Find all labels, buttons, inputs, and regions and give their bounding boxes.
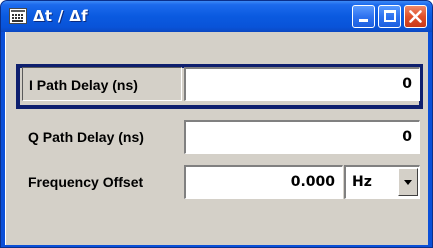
i-path-delay-label: I Path Delay (ns) bbox=[22, 67, 182, 101]
window-title: Δt / Δf bbox=[33, 7, 88, 25]
frequency-offset-row: Frequency Offset 0.000 Hz bbox=[6, 165, 429, 199]
q-path-delay-input[interactable]: 0 bbox=[184, 120, 420, 154]
q-path-delay-label: Q Path Delay (ns) bbox=[22, 120, 182, 154]
frequency-offset-input[interactable]: 0.000 bbox=[184, 165, 343, 199]
minimize-button[interactable] bbox=[352, 5, 375, 28]
title-bar[interactable]: Δt / Δf bbox=[1, 1, 432, 32]
maximize-icon bbox=[384, 10, 396, 22]
i-path-delay-input[interactable]: 0 bbox=[184, 67, 420, 101]
minimize-icon bbox=[359, 19, 368, 22]
frequency-unit-select[interactable]: Hz bbox=[344, 165, 420, 199]
frequency-offset-label: Frequency Offset bbox=[22, 165, 182, 199]
chevron-down-icon bbox=[404, 180, 412, 185]
i-path-delay-row: I Path Delay (ns) 0 bbox=[6, 67, 429, 101]
unit-dropdown-button[interactable] bbox=[398, 168, 418, 196]
maximize-button[interactable] bbox=[378, 5, 401, 28]
window-app-icon[interactable] bbox=[9, 8, 27, 24]
close-button[interactable] bbox=[404, 5, 427, 28]
dialog-window: Δt / Δf I Path Delay (ns) 0 Q Path Delay… bbox=[0, 0, 433, 248]
dialog-body: I Path Delay (ns) 0 Q Path Delay (ns) 0 … bbox=[5, 32, 428, 245]
frequency-unit-value: Hz bbox=[352, 174, 372, 190]
q-path-delay-row: Q Path Delay (ns) 0 bbox=[6, 120, 429, 154]
close-icon bbox=[409, 10, 422, 23]
